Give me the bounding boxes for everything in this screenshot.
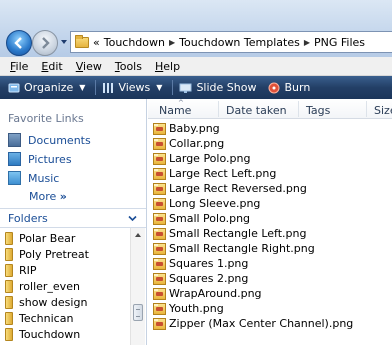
menu-view[interactable]: View	[70, 60, 109, 73]
favorite-links-heading: Favorite Links	[8, 112, 84, 125]
column-header-tags[interactable]: Tags	[306, 104, 330, 117]
breadcrumb-item[interactable]: Touchdown Templates	[179, 36, 300, 49]
views-icon	[103, 82, 114, 93]
breadcrumb-separator-icon[interactable]: ▶	[169, 38, 175, 47]
folder-icon	[5, 280, 13, 293]
address-input[interactable]: « Touchdown ▶ Touchdown Templates ▶ PNG …	[70, 31, 392, 53]
file-row[interactable]: Small Rectangle Left.png	[153, 227, 306, 240]
menu-edit[interactable]: Edit	[35, 60, 69, 73]
chevron-down-icon: ▼	[79, 83, 86, 92]
toolbar-divider	[172, 80, 174, 95]
chevron-down-icon: ▼	[156, 83, 163, 92]
folder-icon	[5, 248, 13, 261]
file-row[interactable]: WrapAround.png	[153, 287, 262, 300]
file-row[interactable]: Zipper (Max Center Channel).png	[153, 317, 353, 330]
png-file-icon	[153, 137, 166, 150]
tree-folder-item[interactable]: Polar Bear	[5, 232, 75, 245]
navigation-pane: Favorite Links Documents Pictures Music …	[0, 99, 147, 345]
column-header-name[interactable]: Name	[159, 104, 191, 117]
png-file-icon	[153, 242, 166, 255]
column-header-date-taken[interactable]: Date taken	[226, 104, 287, 117]
double-chevron-icon: »	[59, 190, 67, 203]
menu-tools[interactable]: Tools	[109, 60, 149, 73]
file-row[interactable]: Collar.png	[153, 137, 224, 150]
file-row[interactable]: Large Rect Reversed.png	[153, 182, 307, 195]
png-file-icon	[153, 287, 166, 300]
folder-icon	[5, 328, 13, 341]
png-file-icon	[153, 167, 166, 180]
folders-header[interactable]: Folders	[0, 208, 146, 228]
command-bar: Organize ▼ Views ▼ Slide Show Burn	[0, 76, 392, 99]
file-row[interactable]: Large Polo.png	[153, 152, 250, 165]
favorite-link-pictures[interactable]: Pictures	[8, 152, 72, 166]
png-file-icon	[153, 197, 166, 210]
breadcrumb-separator-icon[interactable]: ▶	[304, 38, 310, 47]
file-row[interactable]: Youth.png	[153, 302, 224, 315]
address-bar-area: « Touchdown ▶ Touchdown Templates ▶ PNG …	[0, 0, 392, 57]
organize-icon	[8, 83, 20, 92]
png-file-icon	[153, 122, 166, 135]
file-row[interactable]: Squares 2.png	[153, 272, 248, 285]
recent-pages-dropdown-icon[interactable]	[61, 40, 67, 44]
file-row[interactable]: Squares 1.png	[153, 257, 248, 270]
tree-folder-item[interactable]: Technican	[5, 312, 73, 325]
tree-folder-item[interactable]: Poly Pretreat	[5, 248, 89, 261]
burn-button[interactable]: Burn	[264, 81, 318, 94]
breadcrumb-item[interactable]: PNG Files	[314, 36, 365, 49]
png-file-icon	[153, 182, 166, 195]
tree-folder-item[interactable]: Touchdown	[5, 328, 80, 341]
file-row[interactable]: Baby.png	[153, 122, 220, 135]
tree-folder-item[interactable]: RIP	[5, 264, 37, 277]
forward-button[interactable]	[32, 30, 58, 56]
chevron-down-icon	[128, 215, 137, 222]
column-header-size[interactable]: Size	[374, 104, 392, 117]
slideshow-button[interactable]: Slide Show	[175, 81, 264, 94]
file-list-pane: ^ Name Date taken Tags Size Baby.png Col…	[148, 99, 392, 345]
menu-help[interactable]: Help	[149, 60, 187, 73]
menu-bar: File Edit View Tools Help	[0, 57, 392, 76]
png-file-icon	[153, 317, 166, 330]
music-icon	[8, 171, 21, 185]
png-file-icon	[153, 257, 166, 270]
column-headers: ^ Name Date taken Tags Size	[148, 99, 392, 119]
folder-icon	[5, 312, 13, 325]
folder-icon	[75, 34, 89, 48]
file-row[interactable]: Small Polo.png	[153, 212, 250, 225]
tree-folder-item[interactable]: show design	[5, 296, 87, 309]
organize-button[interactable]: Organize ▼	[4, 81, 93, 94]
png-file-icon	[153, 272, 166, 285]
favorite-link-documents[interactable]: Documents	[8, 133, 91, 147]
forward-arrow-icon	[42, 37, 50, 49]
folder-icon	[5, 296, 13, 309]
toolbar-divider	[95, 80, 97, 95]
menu-file[interactable]: File	[4, 60, 35, 73]
png-file-icon	[153, 212, 166, 225]
folders-scrollbar[interactable]	[130, 228, 145, 345]
png-file-icon	[153, 152, 166, 165]
column-divider[interactable]	[366, 101, 367, 117]
folder-icon	[5, 264, 13, 277]
views-button[interactable]: Views ▼	[98, 81, 170, 94]
back-button[interactable]	[6, 30, 32, 56]
pictures-icon	[8, 152, 21, 166]
folder-icon	[5, 232, 13, 245]
file-row[interactable]: Long Sleeve.png	[153, 197, 260, 210]
column-divider[interactable]	[298, 101, 299, 117]
breadcrumb-overflow[interactable]: «	[93, 36, 100, 49]
file-row[interactable]: Large Rect Left.png	[153, 167, 276, 180]
documents-icon	[8, 133, 21, 147]
favorite-link-music[interactable]: Music	[8, 171, 59, 185]
scrollbar-thumb[interactable]	[133, 304, 143, 321]
tree-folder-item[interactable]: roller_even	[5, 280, 80, 293]
breadcrumb-item[interactable]: Touchdown	[104, 36, 165, 49]
more-links-button[interactable]: More »	[29, 190, 67, 203]
scroll-up-arrow-icon[interactable]	[135, 233, 141, 237]
png-file-icon	[153, 227, 166, 240]
burn-disc-icon	[268, 82, 280, 93]
back-arrow-icon	[14, 37, 22, 49]
file-row[interactable]: Small Rectangle Right.png	[153, 242, 315, 255]
slideshow-icon	[179, 83, 192, 93]
column-divider[interactable]	[218, 101, 219, 117]
png-file-icon	[153, 302, 166, 315]
